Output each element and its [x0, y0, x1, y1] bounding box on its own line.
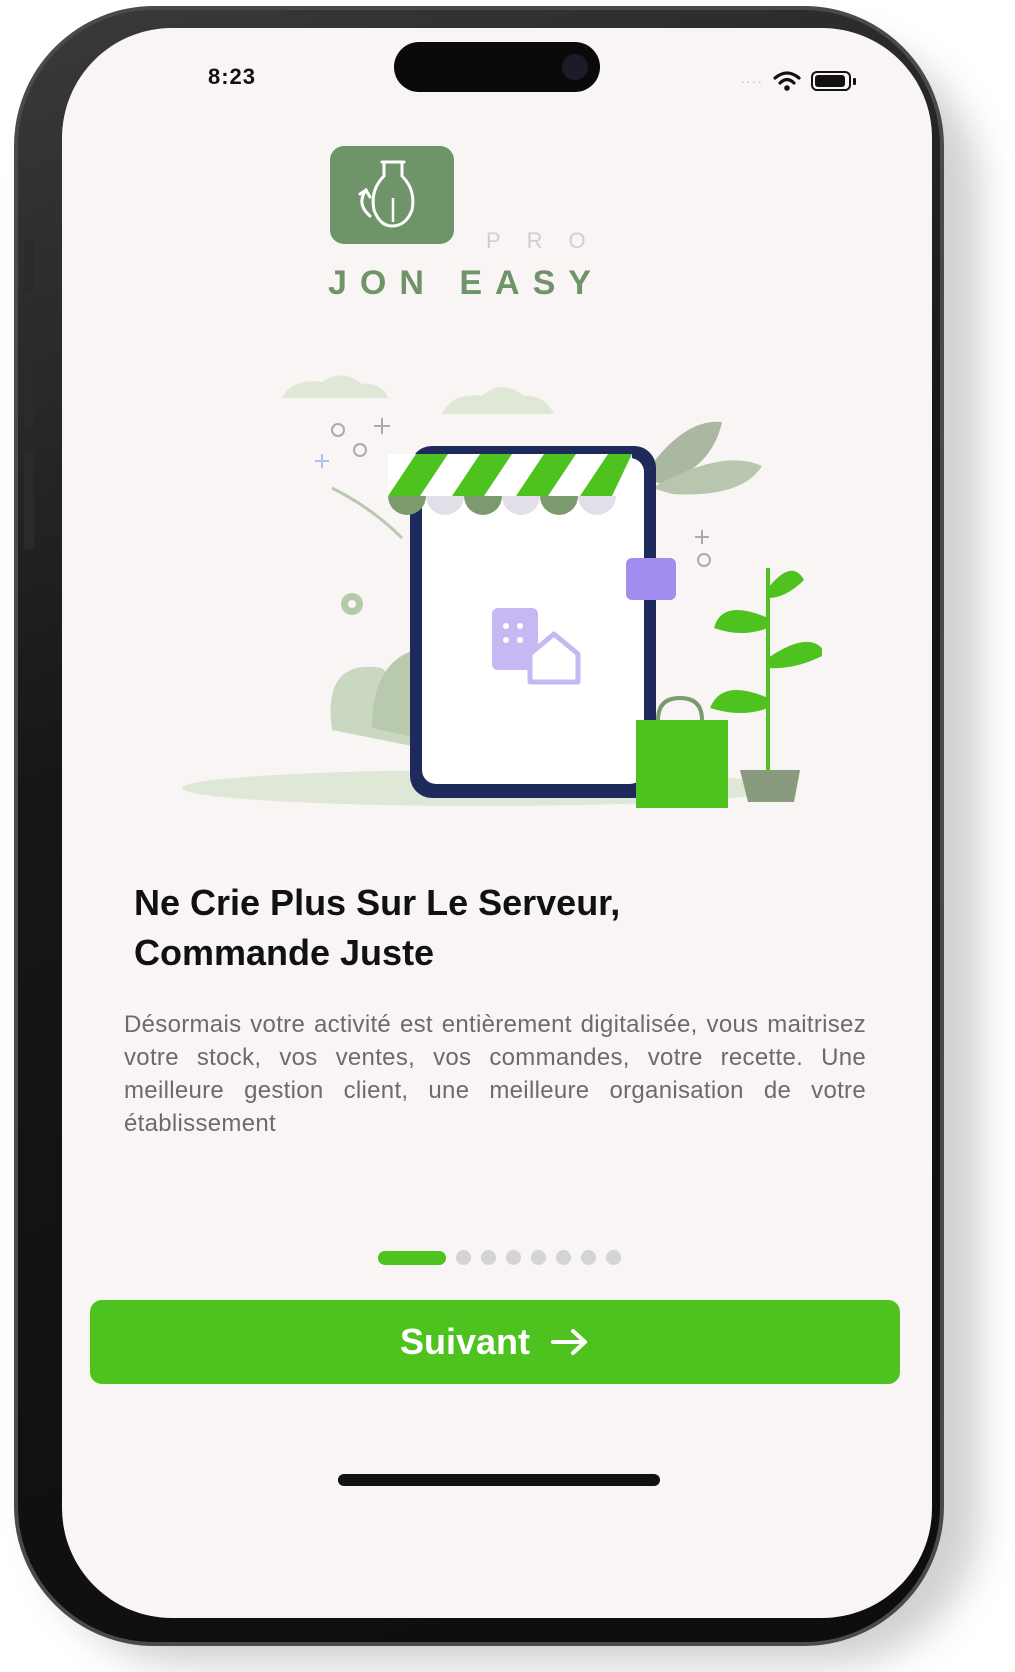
home-indicator[interactable]: [338, 1474, 660, 1486]
sparkle-icon: [374, 418, 390, 434]
dynamic-island: [394, 42, 600, 92]
volume-up-button: [24, 330, 34, 430]
status-icons: ····: [740, 70, 856, 92]
page-dot: [531, 1250, 546, 1265]
arrow-right-icon: [551, 1329, 588, 1355]
shopping-bag: [636, 720, 728, 808]
deco-circle: [697, 553, 711, 567]
action-button: [24, 240, 34, 292]
sparkle-icon: [315, 454, 329, 468]
onboarding-description: Désormais votre activité est entièrement…: [124, 1011, 866, 1137]
headline-line-1: Ne Crie Plus Sur Le Serveur,: [134, 882, 621, 923]
price-tag: [626, 558, 676, 600]
brand-tag: PRO: [486, 228, 612, 253]
bottle-refresh-icon: [358, 160, 415, 228]
volume-down-button: [24, 450, 34, 550]
phone-frame: 8:23 ···· PRO JON EASY Ne Crie Plus Sur …: [14, 6, 944, 1646]
headline-line-2: Commande Juste: [134, 932, 435, 973]
next-button[interactable]: Suivant: [90, 1300, 900, 1384]
page-dot: [506, 1250, 521, 1265]
brand-name: JON EASY: [328, 264, 604, 302]
cloud-left: [282, 375, 388, 398]
page-dot: [481, 1250, 496, 1265]
page-indicator: [378, 1250, 621, 1265]
page-dot: [556, 1250, 571, 1265]
wifi-icon: [773, 71, 801, 91]
storefront-illustration: [182, 375, 822, 808]
page-dot-active: [378, 1250, 446, 1265]
plant-pot: [740, 770, 800, 802]
next-button-label: Suivant: [399, 1321, 531, 1362]
battery-tip: [853, 77, 856, 85]
app-screen: 8:23 ···· PRO JON EASY Ne Crie Plus Sur …: [62, 28, 932, 1618]
page-dot: [581, 1250, 596, 1265]
app-logo: [330, 146, 454, 244]
deco-circle: [353, 443, 367, 457]
cloud-right: [442, 387, 554, 414]
status-time: 8:23: [208, 64, 257, 89]
deco-circle: [331, 423, 345, 437]
cellular-signal-icon: ····: [740, 73, 763, 89]
front-camera-icon: [562, 54, 588, 80]
page-dot: [606, 1250, 621, 1265]
sparkle-icon: [695, 530, 709, 544]
onboarding-headline: Ne Crie Plus Sur Le Serveur, Commande Ju…: [134, 878, 834, 978]
page-dot: [456, 1250, 471, 1265]
battery-icon: [811, 71, 851, 91]
